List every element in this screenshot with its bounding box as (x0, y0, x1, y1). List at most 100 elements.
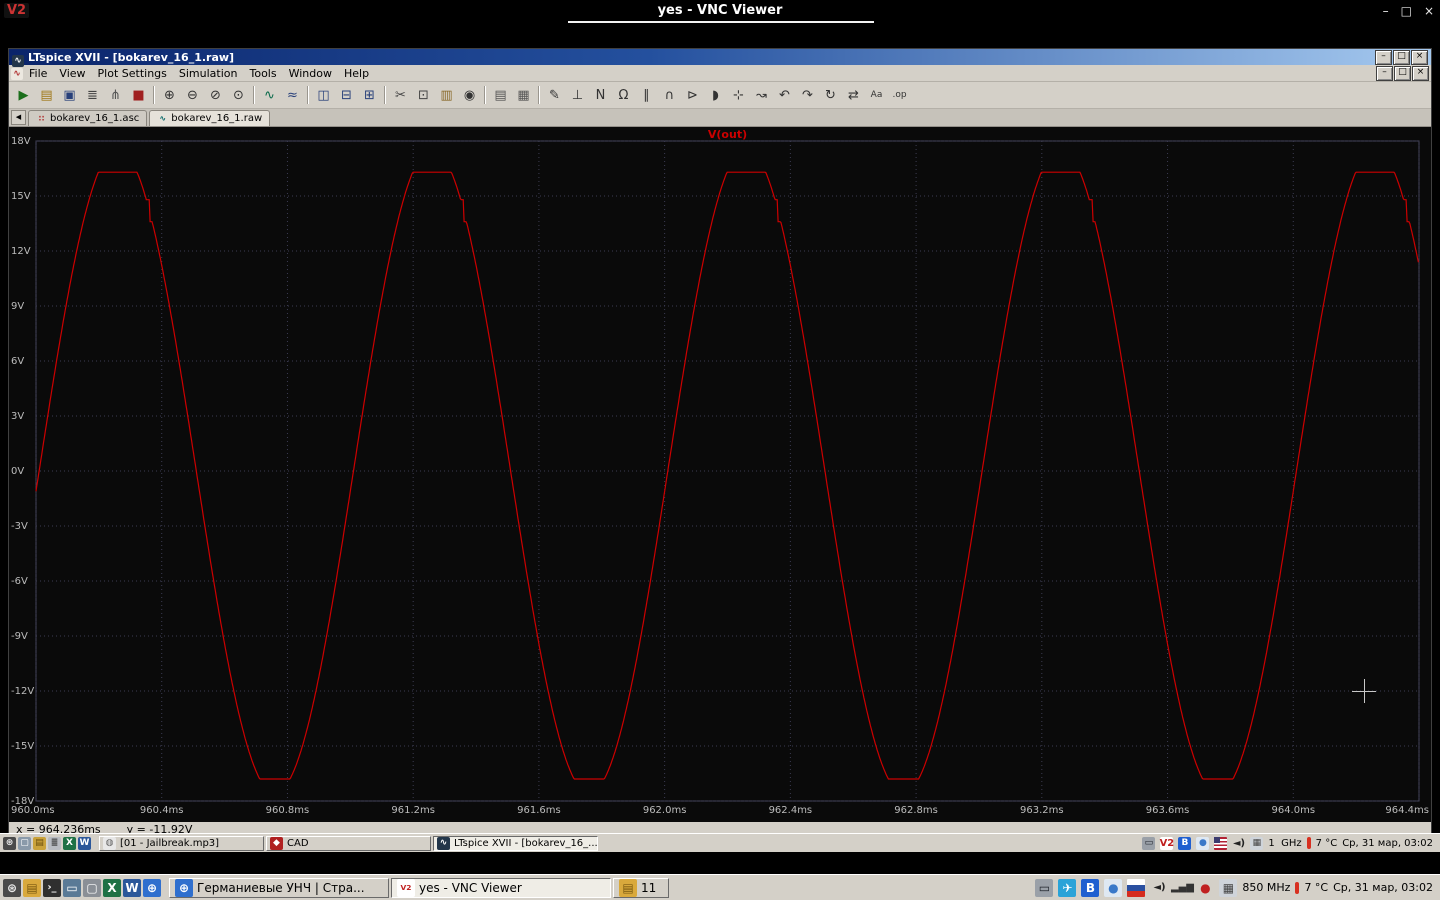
spice-directive-icon[interactable]: .op (888, 84, 911, 107)
remote-desktop[interactable]: ∿ LTspice XVII - [bokarev_16_1.raw] – □ × … (0, 24, 1440, 852)
display-icon[interactable]: ▭ (1035, 878, 1054, 897)
mdi-close-button[interactable]: × (1412, 65, 1429, 81)
find-icon[interactable]: ◉ (458, 84, 481, 107)
component-icon[interactable]: ◗ (704, 84, 727, 107)
menu-simulation[interactable]: Simulation (173, 67, 244, 80)
tab-bokarev_16_1.raw[interactable]: ∿ bokarev_16_1.raw (149, 110, 271, 126)
mirror-icon[interactable]: ⇄ (842, 84, 865, 107)
bluetooth-icon[interactable]: B (1081, 878, 1100, 897)
chip-icon[interactable]: ▦ (1250, 836, 1264, 850)
notes-icon[interactable]: ≣ (48, 836, 61, 850)
word-icon[interactable]: W (123, 878, 141, 897)
network-icon[interactable]: ▭ (1142, 836, 1156, 850)
host-maximize-button[interactable]: □ (1401, 4, 1412, 18)
water-drop-icon[interactable]: ● (1196, 836, 1210, 850)
print-preview-icon[interactable]: ▤ (489, 84, 512, 107)
drag-icon[interactable]: ↝ (750, 84, 773, 107)
zoom-out-icon[interactable]: ⊖ (181, 84, 204, 107)
menu-tools[interactable]: Tools (243, 67, 282, 80)
tab-bokarev_16_1.asc[interactable]: ∷ bokarev_16_1.asc (28, 110, 148, 126)
open-icon[interactable]: ▤ (35, 84, 58, 107)
keyboard-layout-flag-us[interactable] (1214, 836, 1228, 850)
move-icon[interactable]: ⊹ (727, 84, 750, 107)
diode-icon[interactable]: ⊳ (681, 84, 704, 107)
task-cad[interactable]: ◆ CAD (266, 835, 431, 851)
telegram-icon[interactable]: ✈ (1058, 878, 1077, 897)
task-label: [01 - Jailbreak.mp3] (120, 837, 220, 849)
vnc-tray-icon[interactable]: V2 (1160, 836, 1174, 850)
tile-horizontal-icon[interactable]: ⊟ (335, 84, 358, 107)
zoom-previous-icon[interactable]: ⊘ (204, 84, 227, 107)
host-minimize-button[interactable]: – (1383, 4, 1389, 18)
task-browser[interactable]: ⊕ Германиевые УНЧ | Стра... (169, 877, 389, 898)
tab-scroll-left-icon[interactable]: ◀ (11, 110, 26, 125)
run-icon[interactable]: ▶ (12, 84, 35, 107)
y-tick-label: 12V (11, 246, 31, 257)
net-label-icon[interactable]: N (589, 84, 612, 107)
task-folder-11[interactable]: ▤ 11 (613, 877, 669, 898)
lt-maximize-button[interactable]: □ (1393, 49, 1410, 65)
terminal-icon[interactable]: ›_ (43, 878, 61, 897)
cascade-icon[interactable]: ⊞ (358, 84, 381, 107)
text-icon[interactable]: Aa (865, 84, 888, 107)
tile-vertical-icon[interactable]: ◫ (312, 84, 335, 107)
word-icon[interactable]: W (78, 836, 91, 850)
paste-icon[interactable]: ▥ (435, 84, 458, 107)
copy-icon[interactable]: ⊡ (412, 84, 435, 107)
save-icon[interactable]: ▣ (58, 84, 81, 107)
menu-file[interactable]: File (23, 67, 53, 80)
notify-dot-icon[interactable]: ● (1196, 879, 1214, 897)
wire-icon[interactable]: ✎ (543, 84, 566, 107)
water-drop-icon[interactable]: ● (1104, 878, 1123, 897)
netlist-icon[interactable]: ≣ (81, 84, 104, 107)
start-icon[interactable]: ⊛ (3, 836, 16, 850)
task-audio-player[interactable]: ◍ [01 - Jailbreak.mp3] (99, 835, 264, 851)
mdi-minimize-button[interactable]: – (1376, 65, 1393, 81)
menu-plot-settings[interactable]: Plot Settings (92, 67, 173, 80)
zoom-in-icon[interactable]: ⊕ (158, 84, 181, 107)
start-icon[interactable]: ⊛ (3, 878, 21, 897)
media-player-icon[interactable]: ▭ (63, 878, 81, 897)
bluetooth-icon[interactable]: B (1178, 836, 1192, 850)
folder-icon[interactable]: ▤ (23, 878, 41, 897)
show-desktop-icon[interactable]: ▢ (18, 836, 31, 850)
capacitor-icon[interactable]: ∥ (635, 84, 658, 107)
inductor-icon[interactable]: ∩ (658, 84, 681, 107)
plot-settings-icon[interactable]: ∿ (258, 84, 281, 107)
ltspice-titlebar[interactable]: ∿ LTspice XVII - [bokarev_16_1.raw] – □ × (9, 49, 1431, 67)
browser-globe-icon[interactable]: ⊕ (143, 878, 161, 897)
lt-close-button[interactable]: × (1411, 49, 1428, 65)
control-panel-icon[interactable]: ⋔ (104, 84, 127, 107)
excel-icon[interactable]: X (63, 836, 76, 850)
chip-icon[interactable]: ▦ (1219, 878, 1238, 897)
undo-icon[interactable]: ↶ (773, 84, 796, 107)
signal-bars-icon[interactable]: ▂▄▆ (1171, 879, 1194, 897)
menu-view[interactable]: View (53, 67, 91, 80)
print-icon[interactable]: ▦ (512, 84, 535, 107)
plot-canvas[interactable]: 960.0ms 960.4ms 960.8ms 961.2ms 961.6ms 962.0… (9, 127, 1431, 822)
zoom-fit-icon[interactable]: ⊙ (227, 84, 250, 107)
menu-help[interactable]: Help (338, 67, 375, 80)
monitor-icon[interactable]: ▢ (83, 878, 101, 897)
waveform-plot[interactable]: 960.0ms 960.4ms 960.8ms 961.2ms 961.6ms 962.0… (9, 127, 1431, 822)
files-icon[interactable]: ▤ (33, 836, 46, 850)
task-ltspice[interactable]: ∿ LTspice XVII - [bokarev_16_... (433, 835, 598, 851)
cut-icon[interactable]: ✂ (389, 84, 412, 107)
host-close-button[interactable]: × (1424, 4, 1434, 18)
ground-icon[interactable]: ⊥ (566, 84, 589, 107)
halt-icon[interactable]: ■ (127, 84, 150, 107)
lt-minimize-button[interactable]: – (1375, 49, 1392, 65)
volume-icon[interactable]: ◄) (1232, 837, 1245, 850)
resistor-icon[interactable]: Ω (612, 84, 635, 107)
x-tick-label: 962.8ms (894, 805, 938, 816)
task-vnc-viewer[interactable]: V2 yes - VNC Viewer (391, 877, 611, 898)
excel-icon[interactable]: X (103, 878, 121, 897)
waveform-icon: ∿ (159, 114, 167, 123)
menu-window[interactable]: Window (283, 67, 338, 80)
rotate-icon[interactable]: ↻ (819, 84, 842, 107)
keyboard-layout-flag-ru[interactable] (1127, 878, 1146, 897)
fft-icon[interactable]: ≈ (281, 84, 304, 107)
redo-icon[interactable]: ↷ (796, 84, 819, 107)
volume-icon[interactable]: ◄) (1150, 879, 1168, 897)
mdi-restore-button[interactable]: □ (1394, 65, 1411, 81)
